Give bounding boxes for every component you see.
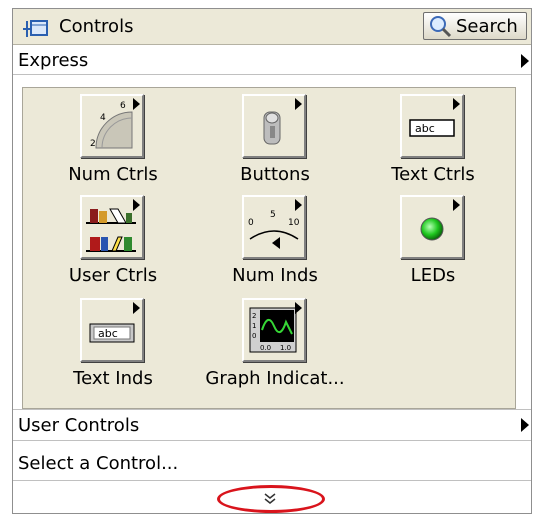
select-control-item[interactable]: Select a Control... [13, 449, 531, 477]
tile-label: Num Inds [232, 265, 318, 286]
divider [13, 440, 531, 441]
user-ctrls-icon[interactable] [80, 195, 144, 259]
palette-title: Controls [59, 16, 134, 37]
magnifier-icon [430, 16, 452, 38]
tile-label: LEDs [410, 265, 456, 286]
tile-label: Text Ctrls [391, 164, 475, 185]
num-ind-tick: 10 [288, 218, 300, 228]
tile-num-inds[interactable]: 0 5 10 Num Inds [205, 195, 345, 305]
tile-text-ctrls[interactable]: abc Text Ctrls [363, 94, 503, 204]
leds-icon[interactable] [400, 195, 464, 259]
double-chevron-down-icon[interactable] [263, 493, 277, 505]
text-ctrls-icon[interactable]: abc [400, 94, 464, 158]
graph-axis-label: 1 [252, 322, 256, 330]
express-panel: 2 4 6 Num Ctrls Buttons abc Text Ctrls U… [22, 87, 516, 409]
buttons-icon[interactable] [242, 94, 306, 158]
controls-palette: Controls Search Express 2 4 6 Num Ctrls … [12, 8, 532, 514]
tile-graph-indicators[interactable]: 2 1 0 0.0 1.0 Graph Indicat... [205, 298, 345, 408]
user-controls-label: User Controls [18, 414, 140, 436]
graph-axis-label: 2 [252, 312, 256, 320]
num-ctrl-tick: 2 [90, 139, 96, 149]
num-ctrls-icon[interactable]: 2 4 6 [80, 94, 144, 158]
show-more-row[interactable] [13, 483, 531, 513]
search-label: Search [456, 15, 518, 37]
graph-indicators-icon[interactable]: 2 1 0 0.0 1.0 [242, 298, 306, 362]
tile-leds[interactable]: LEDs [363, 195, 503, 305]
divider [13, 409, 531, 410]
divider [13, 480, 531, 481]
express-label: Express [18, 50, 89, 71]
num-ctrl-tick: 6 [120, 101, 126, 111]
tile-user-ctrls[interactable]: User Ctrls [43, 195, 183, 305]
express-category[interactable]: Express [13, 47, 531, 75]
num-ctrl-tick: 4 [100, 113, 106, 123]
tile-label: Text Inds [73, 368, 153, 389]
palette-titlebar: Controls Search [13, 9, 531, 45]
num-ind-tick: 0 [248, 218, 254, 228]
user-controls-category[interactable]: User Controls [13, 411, 531, 439]
tile-num-ctrls[interactable]: 2 4 6 Num Ctrls [43, 94, 183, 204]
tile-buttons[interactable]: Buttons [205, 94, 345, 204]
graph-axis-label: 1.0 [280, 344, 291, 352]
tile-label: Num Ctrls [68, 164, 158, 185]
num-ind-tick: 5 [270, 210, 276, 220]
num-inds-icon[interactable]: 0 5 10 [242, 195, 306, 259]
submenu-arrow-icon [521, 54, 529, 68]
tile-text-inds[interactable]: abc Text Inds [43, 298, 183, 408]
tile-label: Buttons [240, 164, 310, 185]
text-inds-icon[interactable]: abc [80, 298, 144, 362]
search-button[interactable]: Search [423, 12, 527, 40]
tile-label: Graph Indicat... [205, 368, 345, 389]
tile-label: User Ctrls [68, 265, 158, 286]
graph-axis-label: 0.0 [260, 344, 271, 352]
submenu-arrow-icon [521, 418, 529, 432]
pin-icon[interactable] [21, 15, 51, 39]
text-ctrl-sample: abc [415, 122, 435, 135]
graph-axis-label: 0 [252, 332, 256, 340]
text-ind-sample: abc [98, 327, 118, 340]
select-control-label: Select a Control... [18, 452, 179, 474]
